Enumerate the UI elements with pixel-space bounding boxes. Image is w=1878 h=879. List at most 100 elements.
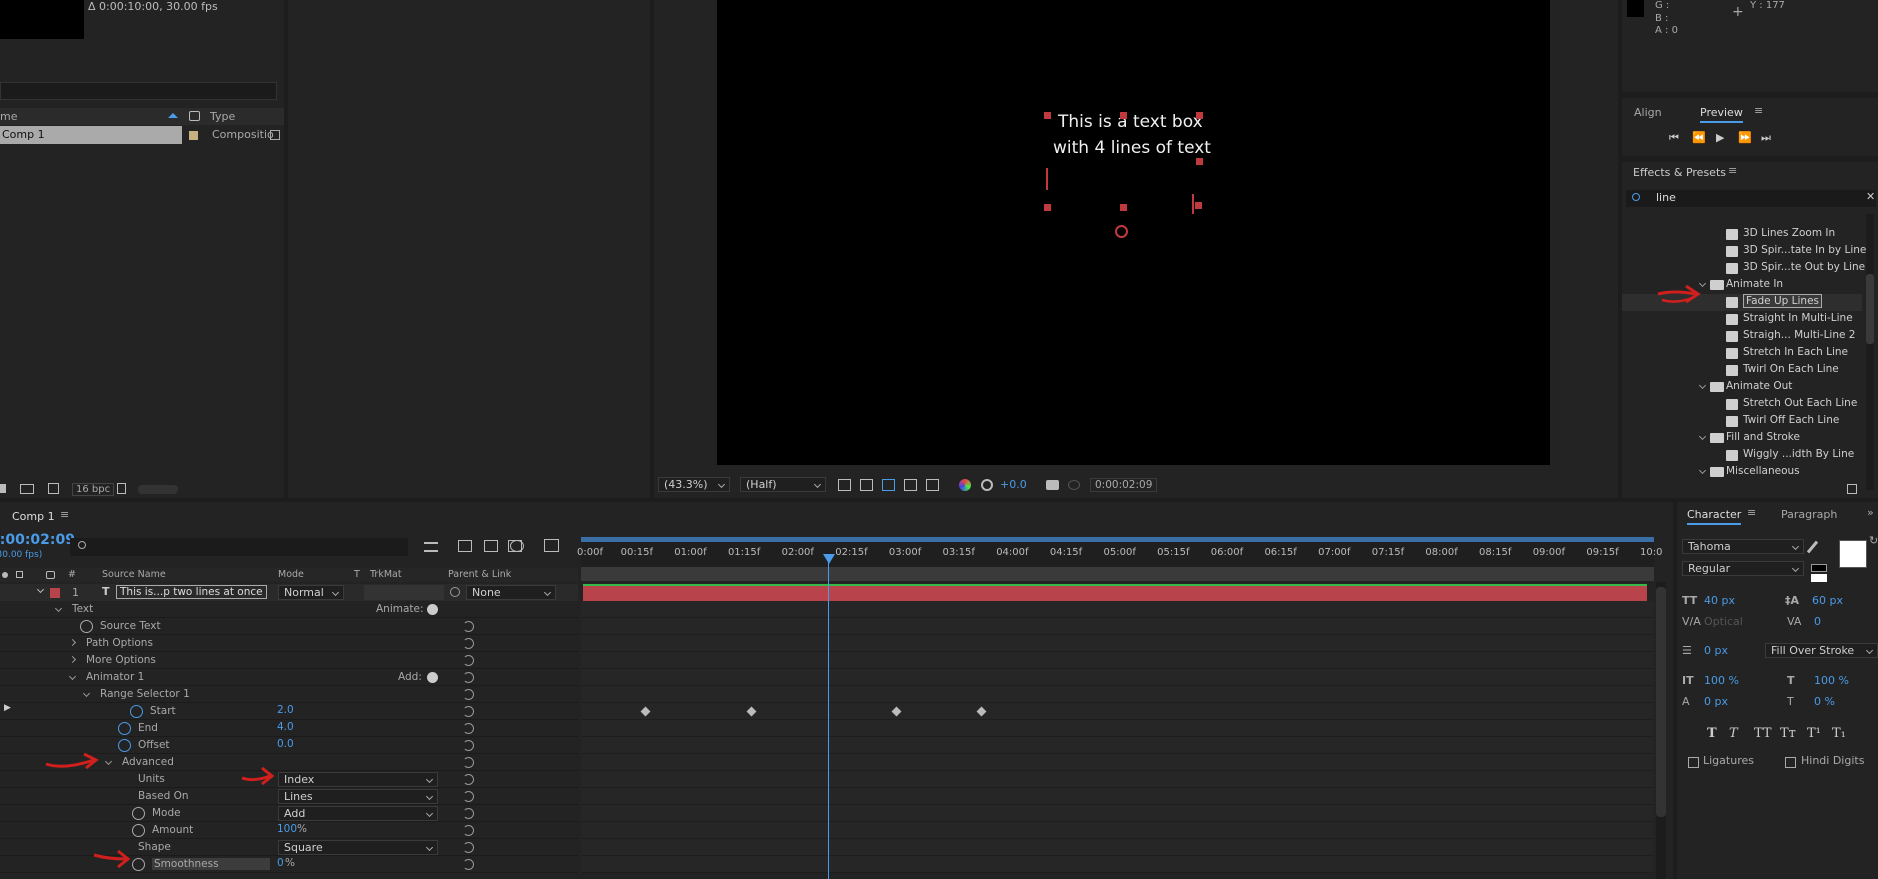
font-size-value[interactable]: 40 px (1704, 594, 1735, 607)
tab-align[interactable]: Align (1634, 106, 1662, 119)
stroke-width-value[interactable]: 0 px (1704, 644, 1728, 657)
layer-name[interactable]: This is...p two lines at once (116, 585, 267, 599)
superscript-icon[interactable]: T¹ (1807, 726, 1821, 741)
layer-duration-bar[interactable] (583, 584, 1647, 601)
eyedropper-icon[interactable] (1806, 540, 1819, 554)
effects-preset-item[interactable]: Twirl Off Each Line (1622, 413, 1862, 430)
tracking-value[interactable]: 0 (1814, 615, 1821, 628)
next-frame-icon[interactable]: ⏩ (1738, 131, 1752, 144)
comp-mini-flowchart-icon[interactable] (424, 542, 438, 552)
bbox-handle[interactable] (1195, 202, 1202, 209)
play-icon[interactable]: ▶ (1716, 131, 1724, 144)
shy-layers-icon[interactable] (484, 540, 498, 552)
bbox-handle[interactable] (1044, 112, 1051, 119)
tsume-value[interactable]: 0 % (1814, 695, 1835, 708)
faux-bold-icon[interactable]: T (1707, 726, 1717, 741)
effects-preset-item[interactable]: 3D Lines Zoom In (1622, 226, 1862, 243)
trash-icon[interactable] (117, 483, 126, 494)
leading-value[interactable]: 60 px (1812, 594, 1843, 607)
effects-search-value[interactable]: line (1656, 191, 1676, 204)
effects-folder[interactable]: Miscellaneous (1622, 464, 1862, 481)
flowchart-icon[interactable] (270, 130, 280, 140)
subscript-icon[interactable]: T₁ (1832, 726, 1846, 741)
transparency-grid-icon[interactable] (860, 479, 873, 491)
timeline-menu-icon[interactable]: ≡ (60, 508, 69, 521)
project-scroll[interactable] (138, 485, 178, 494)
parent-dropdown[interactable]: None (466, 585, 556, 600)
project-search-input[interactable] (0, 82, 277, 100)
fast-previews-icon[interactable] (838, 479, 851, 491)
bbox-handle[interactable] (1196, 158, 1203, 165)
lock-icon[interactable] (16, 571, 23, 578)
bbox-handle[interactable] (1120, 204, 1127, 211)
show-snapshot-icon[interactable] (1068, 480, 1080, 490)
effects-preset-item[interactable]: Wiggly ...idth By Line (1622, 447, 1862, 464)
timeline-timecode[interactable]: 0:00:02:09 (0, 532, 75, 548)
chevron-down-icon[interactable] (1698, 432, 1707, 441)
work-area-bar[interactable] (581, 537, 1654, 542)
effects-preset-item[interactable]: Straigh... Multi-Line 2 (1622, 328, 1862, 345)
effects-preset-item[interactable]: Stretch In Each Line (1622, 345, 1862, 362)
no-stroke-swatch[interactable] (1811, 574, 1827, 582)
comp-canvas[interactable]: This is a text box with 4 lines of text (717, 0, 1550, 465)
video-switch-icon[interactable] (2, 572, 8, 578)
layer-mode-dropdown[interactable]: Normal (278, 585, 344, 600)
viewer-timecode[interactable]: 0:00:02:09 (1090, 478, 1158, 492)
current-time-indicator[interactable] (828, 554, 829, 879)
effects-preset-item[interactable]: Twirl On Each Line (1622, 362, 1862, 379)
layer-row[interactable]: 1 T This is...p two lines at once Normal… (0, 584, 578, 601)
resolution-dropdown[interactable]: (Half) (740, 477, 826, 492)
exposure-value[interactable]: +0.0 (1000, 478, 1027, 491)
cti-head[interactable] (823, 554, 835, 564)
expand-arrow-icon[interactable]: ▶ (4, 703, 11, 713)
character-menu-icon[interactable]: ≡ (1747, 506, 1756, 519)
sort-up-icon[interactable] (168, 113, 178, 118)
hindi-digits-checkbox[interactable] (1785, 757, 1796, 768)
stroke-mode-dropdown[interactable]: Fill Over Stroke (1765, 643, 1878, 658)
timeline-search-input[interactable] (70, 538, 408, 556)
chevron-down-icon[interactable] (1698, 466, 1707, 475)
motion-blur-icon[interactable] (510, 540, 524, 552)
clear-search-icon[interactable]: ✕ (1866, 190, 1875, 203)
font-style-dropdown[interactable]: Regular (1682, 561, 1804, 576)
label-tag-icon[interactable] (46, 571, 55, 579)
twirl-chevron-icon[interactable] (36, 585, 45, 594)
new-bin-icon[interactable] (1847, 484, 1857, 494)
effects-search-input[interactable]: line ✕ (1626, 190, 1876, 207)
horizontal-scale-value[interactable]: 100 % (1814, 674, 1849, 687)
ligatures-checkbox[interactable] (1688, 757, 1699, 768)
effects-preset-item[interactable]: Stretch Out Each Line (1622, 396, 1862, 413)
graph-editor-icon[interactable] (544, 539, 559, 552)
swap-colors-icon[interactable]: ↻ (1869, 534, 1878, 547)
bbox-handle[interactable] (1196, 112, 1203, 119)
kerning-value[interactable]: Optical (1704, 615, 1743, 628)
effects-preset-item[interactable]: 3D Spir...te Out by Line (1622, 260, 1865, 277)
layer-label-color[interactable] (50, 588, 60, 598)
vertical-scale-value[interactable]: 100 % (1704, 674, 1739, 687)
effects-preset-item[interactable]: Straight In Multi-Line (1622, 311, 1862, 328)
region-of-interest-icon[interactable] (904, 479, 917, 491)
new-comp-icon[interactable] (48, 483, 59, 494)
timeline-scrollbar[interactable] (1656, 582, 1666, 879)
mask-visibility-icon[interactable] (882, 479, 895, 491)
panel-overflow-icon[interactable]: » (1867, 506, 1874, 519)
col-source-name[interactable]: Source Name (102, 569, 166, 580)
canvas-text-line1[interactable]: This is a text box (1058, 112, 1203, 132)
snapshot-camera-icon[interactable] (1046, 480, 1059, 490)
rgb-channels-icon[interactable] (959, 479, 971, 491)
first-frame-icon[interactable]: ⏮ (1669, 131, 1679, 145)
new-folder-icon[interactable] (20, 484, 34, 494)
effects-folder[interactable]: Animate Out (1622, 379, 1862, 396)
tab-character[interactable]: Character (1687, 508, 1742, 525)
baseline-shift-value[interactable]: 0 px (1704, 695, 1728, 708)
zoom-dropdown[interactable]: (43.3%) (658, 477, 730, 492)
prev-frame-icon[interactable]: ⏪ (1692, 131, 1706, 144)
fill-color-swatch[interactable] (1839, 540, 1867, 568)
label-tag-icon[interactable] (189, 111, 200, 121)
effects-scrollbar[interactable] (1866, 214, 1874, 490)
anchor-point-icon[interactable] (1115, 225, 1128, 238)
font-family-dropdown[interactable]: Tahoma (1682, 539, 1804, 554)
interpret-footage-icon[interactable] (0, 484, 6, 493)
faux-italic-icon[interactable]: T (1729, 726, 1738, 741)
effects-title[interactable]: Effects & Presets (1633, 166, 1726, 179)
